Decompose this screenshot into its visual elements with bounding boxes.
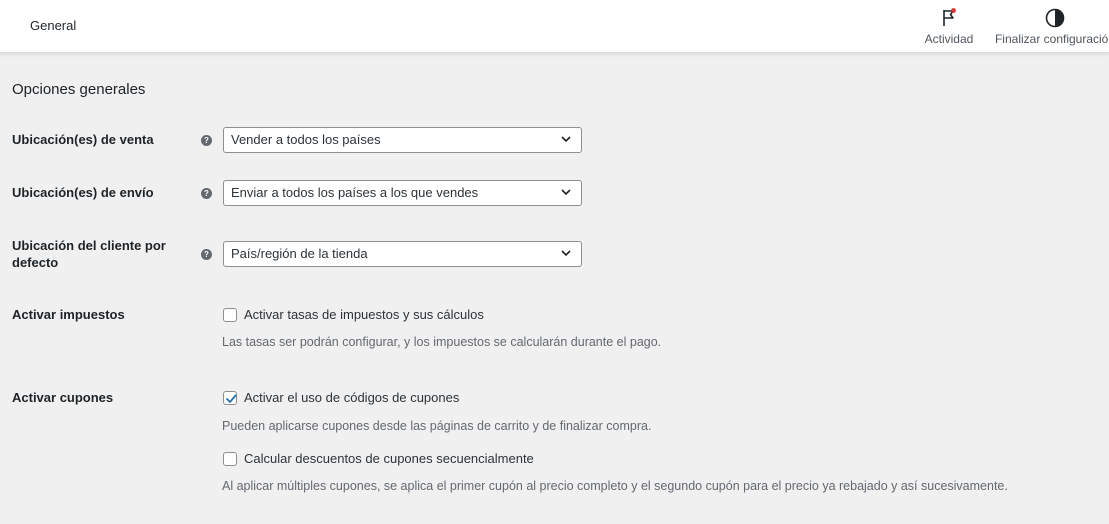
chevron-down-icon <box>561 189 571 196</box>
chevron-down-icon <box>561 136 571 143</box>
enable-coupons-description: Pueden aplicarse cupones desde las págin… <box>222 419 652 433</box>
sequential-coupons-description: Al aplicar múltiples cupones, se aplica … <box>222 479 1008 493</box>
ship-locations-value: Enviar a todos los países a los que vend… <box>231 185 479 200</box>
activity-label: Actividad <box>924 32 974 46</box>
enable-coupons-checkbox-label[interactable]: Activar el uso de códigos de cupones <box>244 390 459 405</box>
finish-setup-label: Finalizar configuración <box>994 32 1109 46</box>
sequential-coupons-checkbox[interactable] <box>223 452 237 466</box>
help-icon[interactable]: ? <box>201 188 212 199</box>
sequential-coupons-checkbox-label[interactable]: Calcular descuentos de cupones secuencia… <box>244 451 534 466</box>
sell-locations-label: Ubicación(es) de venta <box>12 132 154 147</box>
default-customer-location-label: Ubicación del cliente por defecto <box>12 238 166 270</box>
help-icon[interactable]: ? <box>201 249 212 260</box>
finish-setup-button[interactable]: Finalizar configuración <box>990 7 1109 47</box>
enable-taxes-checkbox-label[interactable]: Activar tasas de impuestos y sus cálculo… <box>244 307 484 322</box>
default-customer-location-select[interactable]: País/región de la tienda <box>223 241 582 267</box>
ship-locations-label: Ubicación(es) de envío <box>12 185 154 200</box>
half-circle-icon <box>1044 7 1066 29</box>
section-title: Opciones generales <box>12 81 146 98</box>
enable-taxes-description: Las tasas ser podrán configurar, y los i… <box>222 335 662 349</box>
sell-locations-value: Vender a todos los países <box>231 132 381 147</box>
activity-button[interactable]: Actividad <box>921 7 977 47</box>
chevron-down-icon <box>561 250 571 257</box>
sell-locations-select[interactable]: Vender a todos los países <box>223 127 582 153</box>
default-customer-location-value: País/región de la tienda <box>231 246 368 261</box>
checkmark-icon <box>226 394 237 403</box>
flag-icon <box>938 7 960 29</box>
enable-taxes-checkbox[interactable] <box>223 308 237 322</box>
ship-locations-select[interactable]: Enviar a todos los países a los que vend… <box>223 180 582 206</box>
enable-coupons-checkbox[interactable] <box>223 391 237 405</box>
enable-taxes-label: Activar impuestos <box>12 307 125 322</box>
enable-coupons-label: Activar cupones <box>12 390 114 405</box>
top-header-bar: General Actividad Finalizar configuració… <box>0 0 1109 53</box>
help-icon[interactable]: ? <box>201 135 212 146</box>
page-title: General <box>30 18 77 33</box>
